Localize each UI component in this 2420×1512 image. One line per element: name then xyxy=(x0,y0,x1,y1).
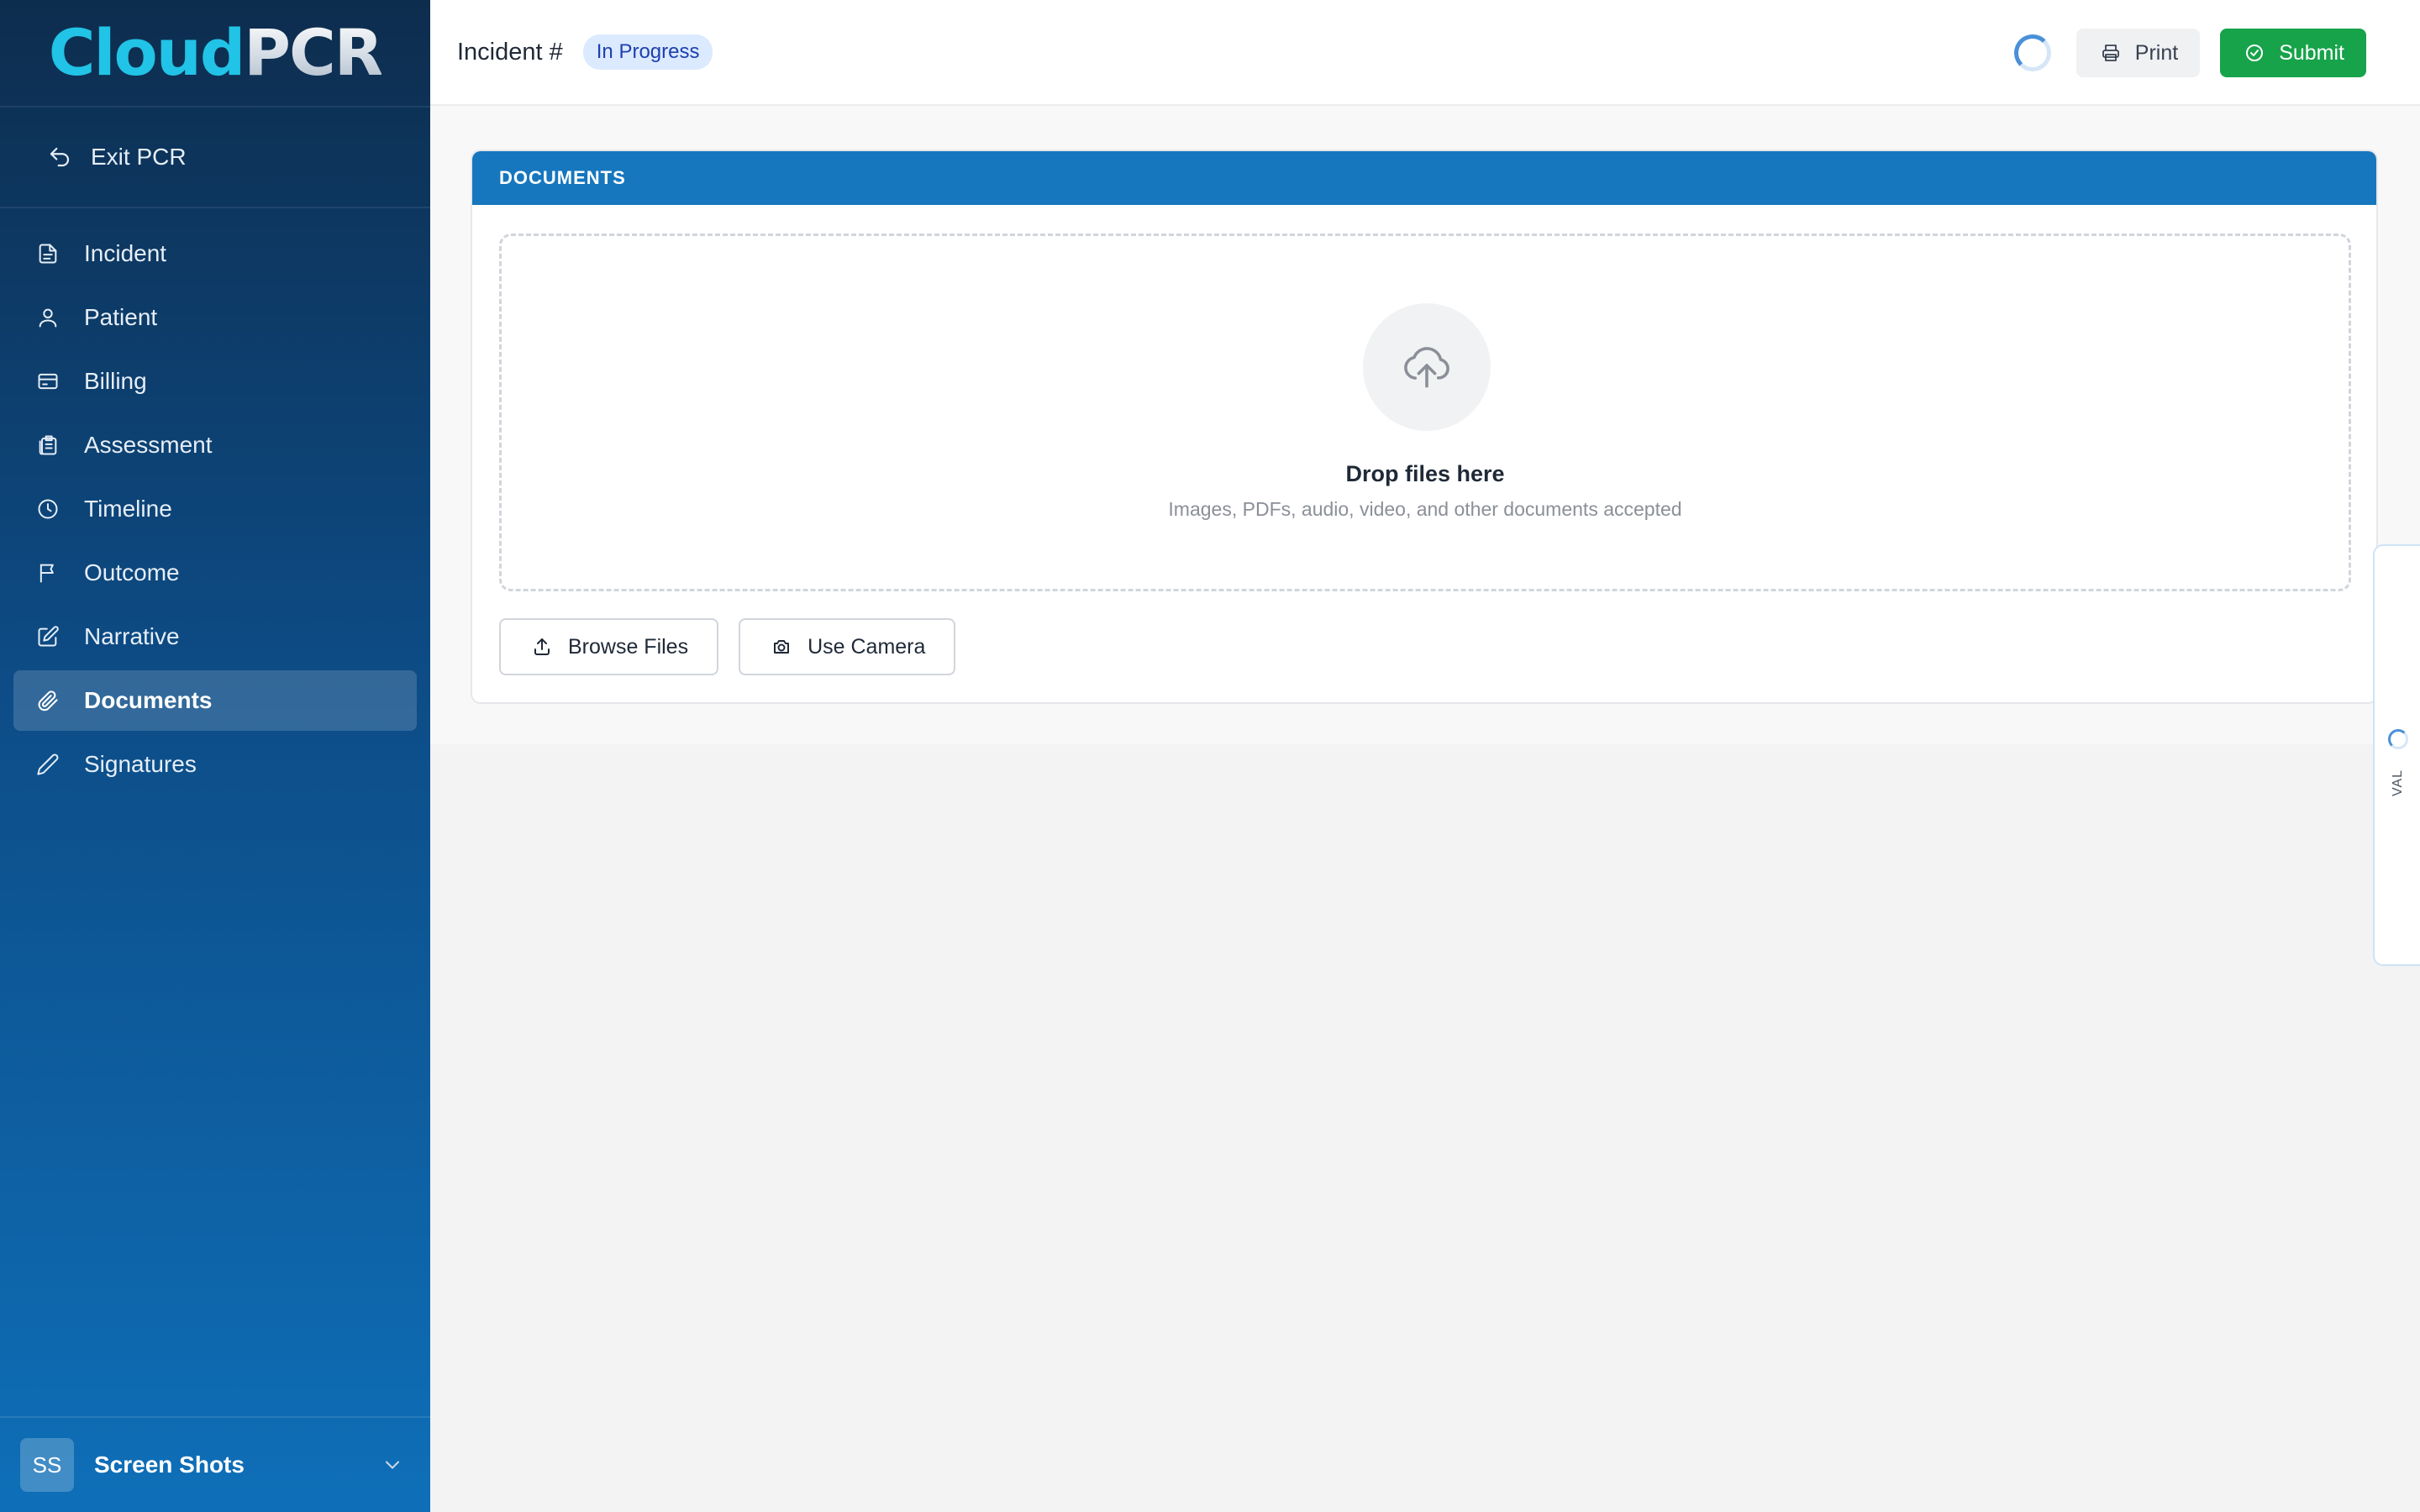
use-camera-button[interactable]: Use Camera xyxy=(739,618,956,675)
sidebar-item-label: Documents xyxy=(84,687,213,713)
logo-pcr-text: PCR xyxy=(244,15,383,90)
avatar: SS xyxy=(20,1438,74,1492)
check-circle-icon xyxy=(2242,40,2267,66)
sidebar-item-assessment[interactable]: Assessment xyxy=(13,415,417,475)
cloud-upload-icon xyxy=(1399,338,1455,397)
upload-icon-circle xyxy=(1363,303,1491,431)
validation-spinner-icon xyxy=(2388,729,2408,749)
page-title: Incident # xyxy=(457,38,563,66)
header-actions: Print Submit xyxy=(2013,0,2366,106)
validation-panel-tab[interactable]: VAL xyxy=(2373,544,2420,966)
exit-pcr-button[interactable]: Exit PCR xyxy=(0,108,430,208)
sidebar-item-label: Signatures xyxy=(84,751,197,777)
user-menu[interactable]: SS Screen Shots xyxy=(0,1416,430,1512)
documents-actions: Browse Files Use Camera xyxy=(499,618,956,675)
sidebar-item-incident[interactable]: Incident xyxy=(13,223,417,284)
sidebar-item-documents[interactable]: Documents xyxy=(13,670,417,731)
chevron-down-icon xyxy=(380,1452,405,1478)
print-label: Print xyxy=(2134,40,2179,65)
sidebar-nav: Incident Patient Billing Assessment Time… xyxy=(0,208,430,795)
logo-cloud-text: Cloud xyxy=(48,15,246,90)
sidebar-item-narrative[interactable]: Narrative xyxy=(13,606,417,667)
sidebar-item-label: Incident xyxy=(84,240,167,266)
credit-card-icon xyxy=(35,369,60,394)
edit-icon xyxy=(35,624,60,649)
sidebar-item-signatures[interactable]: Signatures xyxy=(13,734,417,795)
exit-pcr-label: Exit PCR xyxy=(91,144,187,170)
user-icon xyxy=(35,305,60,330)
paperclip-icon xyxy=(35,688,60,713)
clock-icon xyxy=(35,496,60,522)
browse-files-label: Browse Files xyxy=(568,634,689,659)
browse-files-button[interactable]: Browse Files xyxy=(499,618,719,675)
status-badge: In Progress xyxy=(582,34,713,70)
sidebar-item-label: Narrative xyxy=(84,623,180,649)
upload-icon xyxy=(529,634,555,659)
sidebar-item-label: Billing xyxy=(84,368,147,394)
sidebar-item-label: Patient xyxy=(84,304,158,330)
app-logo[interactable]: CloudPCR xyxy=(49,21,384,85)
print-button[interactable]: Print xyxy=(2075,29,2201,77)
sidebar: CloudPCR Exit PCR Incident Patient Billi… xyxy=(0,0,430,1512)
sidebar-item-label: Outcome xyxy=(84,559,180,585)
dropzone-title: Drop files here xyxy=(1345,461,1505,486)
clipboard-icon xyxy=(35,433,60,458)
printer-icon xyxy=(2098,40,2123,66)
logo-area: CloudPCR xyxy=(0,0,430,108)
validation-tab-label: VAL xyxy=(2391,769,2405,797)
file-dropzone[interactable]: Drop files here Images, PDFs, audio, vid… xyxy=(499,234,2351,591)
pen-icon xyxy=(35,752,60,777)
sidebar-item-label: Timeline xyxy=(84,496,172,522)
flag-icon xyxy=(35,560,60,585)
file-icon xyxy=(35,241,60,266)
loading-spinner-icon xyxy=(2013,34,2051,71)
documents-card: DOCUMENTS Drop files here Images, PDFs, … xyxy=(471,150,2378,704)
exit-arrow-icon xyxy=(47,144,72,170)
sidebar-item-billing[interactable]: Billing xyxy=(13,351,417,412)
documents-section-header: DOCUMENTS xyxy=(472,151,2376,205)
sidebar-item-timeline[interactable]: Timeline xyxy=(13,479,417,539)
sidebar-item-outcome[interactable]: Outcome xyxy=(13,543,417,603)
sidebar-item-label: Assessment xyxy=(84,432,213,458)
submit-label: Submit xyxy=(2279,40,2344,65)
submit-button[interactable]: Submit xyxy=(2220,29,2366,77)
user-name: Screen Shots xyxy=(94,1452,245,1478)
top-header: Incident # In Progress Print Submit xyxy=(430,0,2420,106)
dropzone-subtitle: Images, PDFs, audio, video, and other do… xyxy=(1168,498,1682,520)
sidebar-item-patient[interactable]: Patient xyxy=(13,287,417,348)
use-camera-label: Use Camera xyxy=(808,634,926,659)
camera-icon xyxy=(769,634,794,659)
